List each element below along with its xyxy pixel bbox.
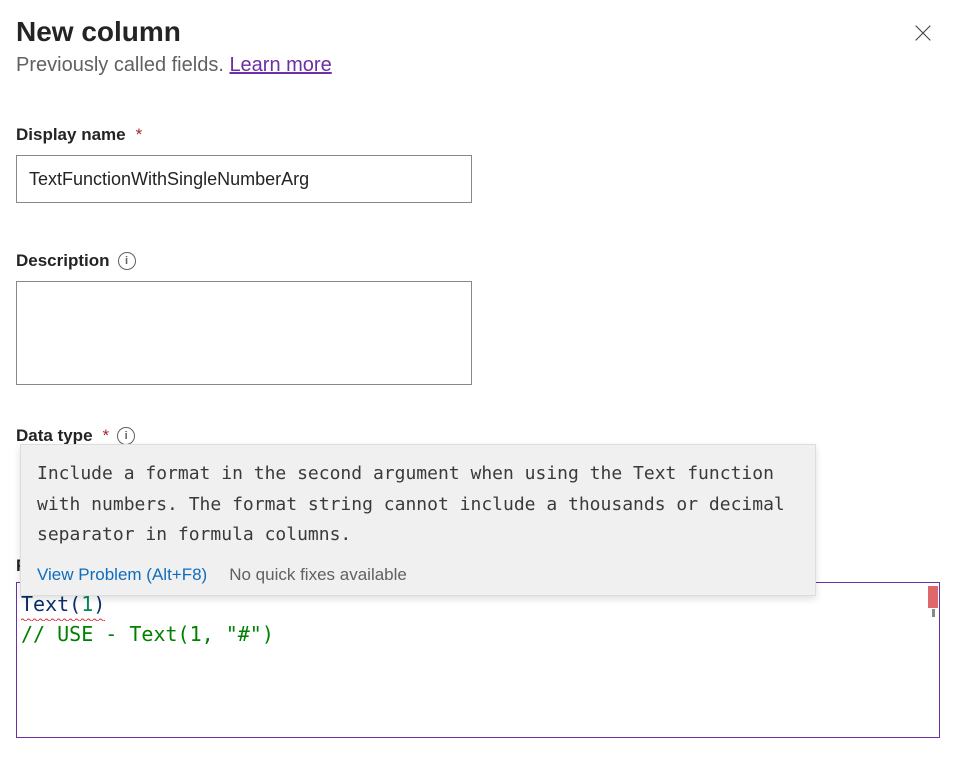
info-icon[interactable]: i	[118, 252, 136, 270]
data-type-label: Data type * i	[16, 426, 940, 446]
error-marker-icon	[928, 586, 938, 608]
close-icon	[912, 22, 934, 44]
panel-subtitle: Previously called fields. Learn more	[16, 54, 332, 77]
data-type-label-text: Data type	[16, 426, 93, 446]
subtitle-prefix: Previously called fields.	[16, 54, 229, 76]
learn-more-link[interactable]: Learn more	[229, 54, 331, 76]
error-tooltip: Include a format in the second argument …	[20, 444, 816, 596]
display-name-label: Display name *	[16, 125, 940, 145]
description-label: Description i	[16, 251, 940, 271]
tooltip-message: Include a format in the second argument …	[37, 459, 799, 551]
display-name-label-text: Display name	[16, 125, 126, 145]
required-indicator: *	[136, 125, 143, 145]
view-problem-link[interactable]: View Problem (Alt+F8)	[37, 565, 207, 585]
display-name-input[interactable]	[16, 155, 472, 203]
scroll-thumb[interactable]	[932, 609, 935, 617]
panel-title: New column	[16, 16, 332, 48]
formula-line-2: // USE - Text(1, "#")	[21, 619, 935, 649]
required-indicator: *	[103, 426, 110, 446]
description-input[interactable]	[16, 281, 472, 385]
no-quick-fix-text: No quick fixes available	[229, 565, 407, 585]
close-button[interactable]	[906, 16, 940, 53]
info-icon[interactable]: i	[117, 427, 135, 445]
description-label-text: Description	[16, 251, 110, 271]
editor-scrollbar[interactable]	[923, 583, 939, 737]
formula-editor[interactable]: Text(1) // USE - Text(1, "#")	[16, 582, 940, 738]
